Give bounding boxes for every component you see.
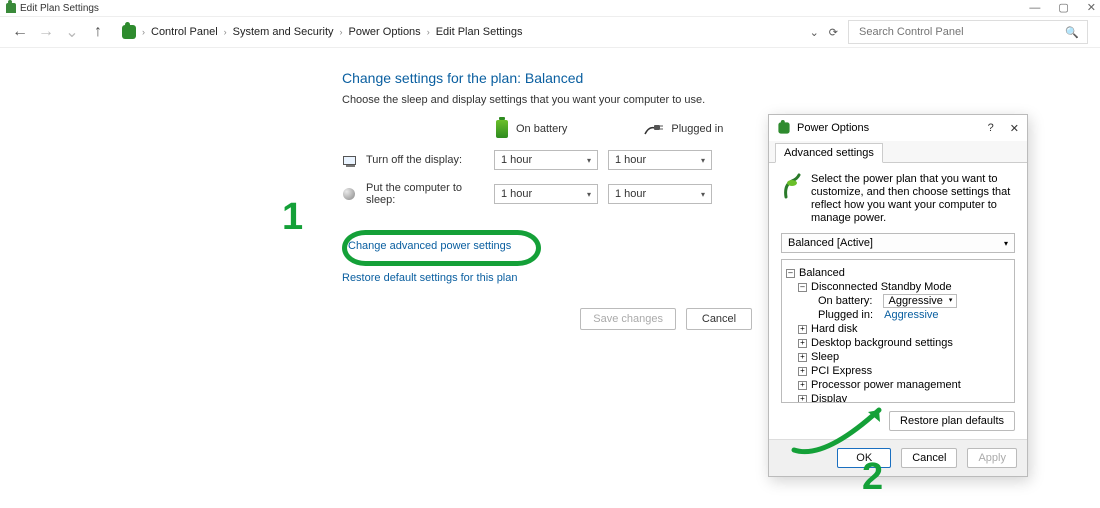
page-title: Change settings for the plan: Balanced (342, 70, 1100, 86)
dialog-close-button[interactable]: ✕ (1010, 122, 1019, 135)
location-icon (122, 25, 136, 39)
page-subtitle: Choose the sleep and display settings th… (342, 94, 1100, 106)
cancel-button[interactable]: Cancel (686, 308, 752, 330)
pluggedin-label: Plugged in: (818, 308, 873, 322)
forward-button[interactable]: → (38, 24, 54, 40)
maximize-button[interactable]: ▢ (1058, 3, 1068, 14)
address-bar: ← → ⌄ ↑ › Control Panel › System and Sec… (0, 16, 1100, 48)
dialog-apply-button[interactable]: Apply (967, 448, 1017, 468)
display-plugged-in-dropdown[interactable]: 1 hour▾ (608, 150, 712, 170)
change-advanced-link[interactable]: Change advanced power settings (348, 240, 511, 252)
expand-icon[interactable]: + (798, 339, 807, 348)
window-title-bar: Edit Plan Settings — ▢ ✕ (0, 0, 1100, 16)
expand-icon[interactable]: + (798, 325, 807, 334)
annotation-number-1: 1 (282, 196, 303, 239)
expand-icon[interactable]: + (798, 381, 807, 390)
row-sleep-label: Put the computer to sleep: (366, 182, 484, 206)
dialog-help-button[interactable]: ? (988, 122, 994, 135)
tab-advanced-settings[interactable]: Advanced settings (775, 143, 883, 163)
power-plan-icon (781, 173, 803, 199)
dialog-intro-text: Select the power plan that you want to c… (811, 173, 1015, 225)
breadcrumb-power-options[interactable]: Power Options (349, 26, 421, 38)
close-button[interactable]: ✕ (1087, 3, 1096, 14)
tree-desktop-bg[interactable]: Desktop background settings (811, 336, 953, 350)
pluggedin-value-link[interactable]: Aggressive (884, 308, 938, 322)
back-button[interactable]: ← (12, 24, 28, 40)
collapse-icon[interactable]: – (786, 269, 795, 278)
search-icon[interactable]: 🔍 (1065, 26, 1079, 39)
battery-icon (496, 120, 508, 138)
collapse-icon[interactable]: – (798, 283, 807, 292)
col-on-battery: On battery (516, 123, 567, 135)
dialog-cancel-button[interactable]: Cancel (901, 448, 957, 468)
onbattery-value-dropdown[interactable]: Aggressive▾ (883, 294, 957, 308)
search-input[interactable] (857, 25, 1065, 39)
address-dropdown-icon[interactable]: ⌄ (810, 26, 819, 39)
restore-plan-defaults-button[interactable]: Restore plan defaults (889, 411, 1015, 431)
expand-icon[interactable]: + (798, 395, 807, 404)
display-on-battery-dropdown[interactable]: 1 hour▾ (494, 150, 598, 170)
sleep-plugged-in-dropdown[interactable]: 1 hour▾ (608, 184, 712, 204)
sleep-on-battery-dropdown[interactable]: 1 hour▾ (494, 184, 598, 204)
col-plugged-in: Plugged in (671, 123, 723, 135)
refresh-button[interactable]: ⟳ (829, 26, 838, 39)
expand-icon[interactable]: + (798, 353, 807, 362)
power-options-dialog: Power Options ? ✕ Advanced settings Sele… (768, 114, 1028, 477)
up-button[interactable]: ↑ (90, 24, 106, 40)
dialog-icon (778, 122, 789, 133)
dialog-title: Power Options (797, 122, 869, 134)
tree-display[interactable]: Display (811, 392, 847, 403)
tree-sleep[interactable]: Sleep (811, 350, 839, 364)
history-dropdown[interactable]: ⌄ (64, 24, 80, 40)
tree-processor[interactable]: Processor power management (811, 378, 961, 392)
expand-icon[interactable]: + (798, 367, 807, 376)
row-display-label: Turn off the display: (366, 154, 484, 166)
breadcrumb: › Control Panel › System and Security › … (116, 25, 800, 39)
settings-tree[interactable]: –Balanced –Disconnected Standby Mode On … (781, 259, 1015, 403)
tree-hard-disk[interactable]: Hard disk (811, 322, 857, 336)
app-icon (6, 3, 16, 13)
onbattery-label: On battery: (818, 294, 872, 308)
breadcrumb-edit-plan[interactable]: Edit Plan Settings (436, 26, 523, 38)
tree-pci-express[interactable]: PCI Express (811, 364, 872, 378)
window-title: Edit Plan Settings (20, 3, 99, 14)
moon-icon (343, 188, 355, 200)
save-changes-button[interactable]: Save changes (580, 308, 676, 330)
monitor-icon (343, 156, 356, 165)
breadcrumb-control-panel[interactable]: Control Panel (151, 26, 218, 38)
plug-icon (643, 122, 663, 136)
annotation-number-2: 2 (862, 456, 883, 499)
plan-select-dropdown[interactable]: Balanced [Active]▾ (781, 233, 1015, 253)
tree-standby-mode[interactable]: Disconnected Standby Mode (811, 280, 952, 294)
dialog-title-bar: Power Options ? ✕ (769, 115, 1027, 141)
minimize-button[interactable]: — (1029, 3, 1040, 14)
search-box[interactable]: 🔍 (848, 20, 1088, 44)
breadcrumb-system-security[interactable]: System and Security (233, 26, 334, 38)
tree-balanced[interactable]: Balanced (799, 266, 845, 280)
